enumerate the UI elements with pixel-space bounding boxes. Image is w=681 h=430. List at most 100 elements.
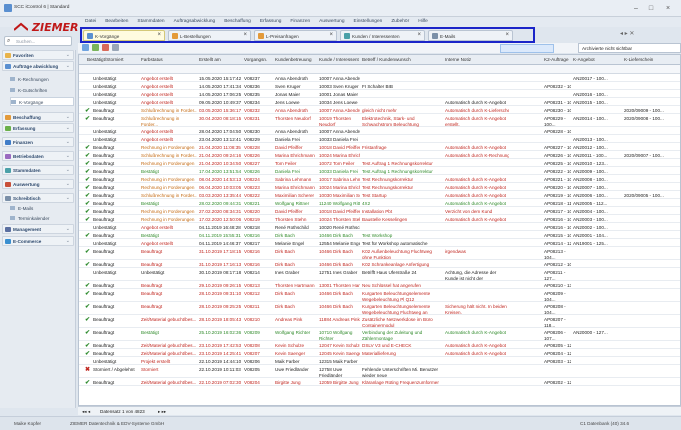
refresh-icon[interactable] [112,44,119,51]
table-row[interactable]: ✔ Beauftragt Bestätigt 28.02.2020 09:44:31 V… [79,199,680,207]
column-header[interactable]: Vorgangsn. [244,57,273,62]
chevron-down-icon[interactable]: ⌄ [66,52,70,58]
table-row[interactable]: ✔ Beauftragt Zeit/Material gebucht/bes... 2… [79,315,680,328]
column-header[interactable]: Erstellt am [199,57,242,62]
table-row[interactable]: ✔ Beauftragt Rechnung in Forderungen 06.04.… [79,183,680,191]
table-row[interactable]: Unbestätigt Projekt erstellt 22.10.2019 14… [79,357,680,365]
table-row[interactable]: ✔ Beauftragt Beauftragt 28.10.2019 09:31:10… [79,289,680,302]
table-row[interactable]: ✖ Storniert / Abgelehnt Storniert 22.10.201… [79,365,680,378]
table-row[interactable]: ✔ Beauftragt Schlußrechnung in Forder... 30… [79,114,680,127]
table-row[interactable]: Unbestätigt Angebot erstellt 15.05.2020 15… [79,74,680,82]
table-row[interactable]: ✔ Beauftragt Schlußrechnung in Forder... 03… [79,106,680,114]
delete-icon[interactable] [102,44,109,51]
chevron-down-icon[interactable]: ⌄ [66,63,70,69]
chevron-down-icon[interactable]: ⌄ [66,195,70,201]
table-row[interactable]: Unbestätigt Angebot erstellt 04.11.2019 16… [79,223,680,231]
column-header[interactable]: Kundenbetreuung [275,57,317,62]
table-row[interactable]: Unbestätigt Angebot erstellt 28.04.2020 17… [79,127,680,135]
chevron-down-icon[interactable]: ⌄ [66,125,70,131]
menu-item[interactable]: Finanzen [290,19,310,24]
table-row[interactable]: ✔ Beauftragt Beauftragt 31.10.2019 17:18:15… [79,247,680,260]
menu-item[interactable]: Erfassung [260,19,282,24]
archive-filter-select[interactable]: Archivierte nicht sichtbar [578,43,681,53]
sidebar-section-11[interactable]: E-Commerce ⌄ [2,236,74,246]
table-row[interactable]: ✔ Beauftragt Schlußrechnung in Forder... 03… [79,191,680,199]
menu-item[interactable]: Zubehör [391,19,409,24]
table-row[interactable]: ✔ Beauftragt Zeit/Material gebucht/bes... 2… [79,341,680,349]
table-cell: David Pfeiffer [275,209,303,214]
filter-indicator[interactable] [500,44,554,53]
table-row[interactable]: ✔ Beauftragt Zeit/Material gebucht/bes... 2… [79,378,680,386]
table-row[interactable]: Unbestätigt Angebot erstellt 04.11.2019 14… [79,239,680,247]
sidebar-section-8[interactable]: Auswertung ⌄ [2,179,74,189]
table-row[interactable]: ✔ Beauftragt Schlußrechnung in Forder... 21… [79,151,680,159]
pager-nav-next-icon[interactable]: ▸ ▸▸ [158,409,166,415]
sidebar-section-3[interactable]: Beschaffung ⌄ [2,112,74,122]
table-row[interactable]: ✔ Beauftragt Bestätigt 25.10.2019 16:02:36 V… [79,328,680,341]
table-cell: AP08217 - 100... [544,209,571,214]
column-header[interactable]: K2-Auftrage [544,57,571,62]
table-row[interactable]: Unbestätigt Unbestätigt 30.10.2019 08:17:1… [79,268,680,281]
table-row[interactable]: ✔ Beauftragt Rechnung in Forderungen 21.04.… [79,143,680,151]
table-row[interactable]: ✔ Beauftragt Beauftragt 31.10.2019 17:16:13… [79,260,680,268]
tab-scroll-arrows[interactable]: ◂ ▸ ✕ [620,30,634,37]
sidebar-section-10[interactable]: Management ⌄ [2,224,74,234]
table-row[interactable]: Unbestätigt Angebot erstellt 14.05.2020 17… [79,82,680,90]
table-cell: V08227 [244,161,260,166]
menu-item[interactable]: Auswertung [319,19,344,24]
sidebar-section-4[interactable]: Erfassung ⌄ [2,123,74,133]
chevron-down-icon[interactable]: ⌄ [66,167,70,173]
sidebar-section-6[interactable]: Betriebsdaten ⌄ [2,151,74,161]
grid-filter-row[interactable] [79,65,680,74]
table-row[interactable]: Unbestätigt Angebot erstellt 14.05.2020 17… [79,90,680,98]
menu-item[interactable]: Auftragsabwicklung [174,19,216,24]
table-row[interactable]: ✔ Beauftragt Rechnung in Forderungen 27.02.… [79,207,680,215]
table-row[interactable]: ✔ Beauftragt Bestätigt 17.04.2020 13:51:54 V… [79,167,680,175]
menu-item[interactable]: Bearbeiten [105,19,128,24]
table-row[interactable]: ✔ Beauftragt Zeit/Material gebucht/bes... 2… [79,349,680,357]
sidebar-item[interactable]: Terminkalender [10,214,74,223]
chevron-down-icon[interactable]: ⌄ [66,238,70,244]
sidebar-section-9[interactable]: Schreibtisch ⌄ [2,193,74,203]
table-row[interactable]: Unbestätigt Angebot erstellt 23.04.2020 13… [79,135,680,143]
pager-nav-icon[interactable]: ◂◂ ◂ [82,409,90,415]
column-header[interactable]: Bestätigt/Storniert [87,57,139,62]
sidebar-item[interactable]: K-Gutschriften [10,86,74,95]
maximize-button[interactable]: □ [645,4,657,13]
column-header[interactable]: K-Angebot [573,57,622,62]
minimize-button[interactable]: – [630,4,642,13]
sidebar-section-1[interactable]: Favoriten ⌄ [2,50,74,60]
menu-item[interactable]: Hilfe [418,19,428,24]
sidebar-item[interactable]: K-Vorgänge [10,97,74,106]
column-header[interactable]: K-Lieferschein [624,57,680,62]
chevron-down-icon[interactable]: ⌄ [66,114,70,120]
table-row[interactable]: ✔ Beauftragt Rechnung in Forderungen 17.02.… [79,215,680,223]
sidebar-section-5[interactable]: Finanzen ⌄ [2,137,74,147]
column-header[interactable]: Kunde / Interessent [319,57,360,62]
new-icon[interactable] [82,44,89,51]
chevron-down-icon[interactable]: ⌄ [66,181,70,187]
column-header[interactable]: Betreff / Kundenwunsch [362,57,443,62]
sidebar-item[interactable]: K-Rechnungen [10,75,74,84]
menu-item[interactable]: Beschaffung [224,19,251,24]
menu-item[interactable]: Stammdaten [137,19,164,24]
table-row[interactable]: ✔ Beauftragt Bestätigt 04.11.2019 15:55:31 V… [79,231,680,239]
table-row[interactable]: Unbestätigt Angebot erstellt 09.05.2020 10… [79,98,680,106]
table-row[interactable]: ✔ Beauftragt Beauftragt 29.10.2019 09:26:15… [79,281,680,289]
sidebar-section-2[interactable]: Aufträge abwicklung ⌄ [2,61,74,71]
table-row[interactable]: ✔ Beauftragt Beauftragt 28.10.2019 09:25:25… [79,302,680,315]
search-box[interactable]: ⌕ Suchen... [4,36,72,46]
sidebar-item[interactable]: E-Mails [10,204,74,213]
column-header[interactable]: Farbstatus [141,57,197,62]
edit-icon[interactable] [92,44,99,51]
table-row[interactable]: ✔ Beauftragt Rechnung in Forderungen 08.04.… [79,175,680,183]
chevron-down-icon[interactable]: ⌄ [66,153,70,159]
chevron-down-icon[interactable]: ⌄ [66,139,70,145]
search-input[interactable]: Suchen... [16,39,35,44]
table-row[interactable]: ✔ Beauftragt Rechnung in Forderungen 21.04.… [79,159,680,167]
chevron-down-icon[interactable]: ⌄ [66,226,70,232]
close-button[interactable]: × [662,4,674,13]
column-header[interactable]: Interne Notiz [445,57,509,62]
menu-item[interactable]: Einstellungen [354,19,383,24]
sidebar-section-7[interactable]: Stammdaten ⌄ [2,165,74,175]
